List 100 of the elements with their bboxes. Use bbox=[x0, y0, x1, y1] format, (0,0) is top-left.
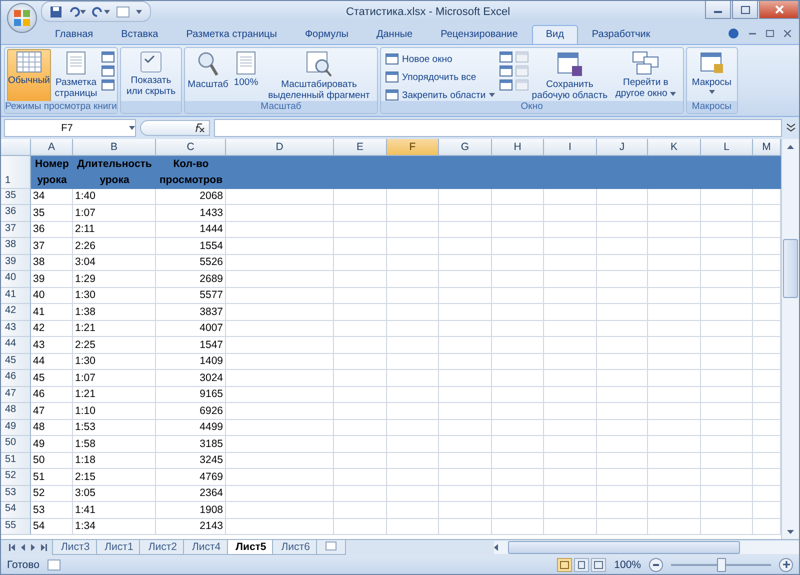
row-header[interactable]: 53 bbox=[1, 486, 31, 502]
row-header[interactable]: 54 bbox=[1, 502, 31, 518]
zoom-out-button[interactable] bbox=[649, 558, 663, 572]
empty-cell bbox=[648, 518, 701, 535]
empty-cell bbox=[492, 222, 544, 238]
office-button[interactable] bbox=[7, 3, 37, 33]
row-header[interactable]: 44 bbox=[1, 337, 31, 354]
row-header[interactable]: 43 bbox=[1, 320, 31, 337]
row-header[interactable]: 38 bbox=[1, 238, 31, 254]
ribbon-tab[interactable]: Главная bbox=[41, 25, 108, 44]
scrollbar-thumb[interactable] bbox=[783, 239, 798, 298]
vertical-scrollbar[interactable] bbox=[781, 139, 799, 539]
row-header[interactable]: 36 bbox=[1, 205, 31, 222]
horizontal-scrollbar[interactable] bbox=[494, 541, 799, 554]
column-header[interactable]: L bbox=[701, 139, 753, 156]
empty-cell bbox=[387, 370, 439, 386]
ribbon-tab[interactable]: Формулы bbox=[290, 25, 362, 44]
column-header[interactable]: F bbox=[387, 139, 439, 156]
ribbon-tab[interactable]: Вставка bbox=[107, 25, 172, 44]
maximize-button[interactable] bbox=[732, 1, 758, 19]
row-header[interactable]: 49 bbox=[1, 420, 31, 436]
empty-cell bbox=[492, 238, 544, 254]
row-header[interactable]: 35 bbox=[1, 188, 31, 205]
normal-view-button[interactable] bbox=[557, 558, 572, 572]
ribbon-tab[interactable]: Рецензирование bbox=[426, 25, 532, 44]
zoom-level[interactable]: 100% bbox=[614, 558, 641, 570]
empty-cell bbox=[648, 452, 701, 469]
zoom-in-button[interactable] bbox=[779, 558, 793, 572]
sheet-tab[interactable]: Лист3 bbox=[52, 540, 99, 555]
table-cell: 2689 bbox=[156, 271, 226, 288]
column-header[interactable]: B bbox=[73, 139, 156, 156]
next-sheet-icon bbox=[31, 544, 35, 551]
row-header[interactable]: 50 bbox=[1, 436, 31, 452]
empty-cell bbox=[648, 304, 701, 320]
column-header[interactable]: D bbox=[226, 139, 334, 156]
view-button[interactable]: Обычный bbox=[7, 49, 51, 103]
reset-window-icon bbox=[514, 79, 529, 91]
window-command[interactable]: Упорядочить все bbox=[383, 69, 497, 85]
empty-cell bbox=[439, 354, 492, 370]
row-header[interactable]: 42 bbox=[1, 304, 31, 320]
column-header[interactable]: K bbox=[648, 139, 701, 156]
row-header[interactable]: 52 bbox=[1, 469, 31, 486]
column-header[interactable]: E bbox=[334, 139, 387, 156]
ribbon-tab[interactable]: Данные bbox=[362, 25, 427, 44]
row-header[interactable]: 1 bbox=[1, 156, 31, 188]
empty-cell bbox=[492, 205, 544, 222]
row-header[interactable]: 48 bbox=[1, 403, 31, 420]
zoom-slider-thumb[interactable] bbox=[717, 558, 726, 572]
show-hide-button[interactable]: Показать или скрыть bbox=[123, 49, 179, 103]
empty-cell bbox=[334, 271, 387, 288]
formula-field[interactable] bbox=[214, 119, 782, 137]
empty-cell bbox=[701, 502, 753, 518]
column-header[interactable]: H bbox=[492, 139, 544, 156]
row-header[interactable]: 55 bbox=[1, 518, 31, 535]
row-header[interactable]: 45 bbox=[1, 354, 31, 370]
header-cell: Номер урока bbox=[31, 156, 73, 188]
ribbon-tab[interactable]: Разработчик bbox=[578, 25, 664, 44]
empty-cell bbox=[334, 452, 387, 469]
ribbon-tab[interactable]: Вид bbox=[532, 25, 578, 44]
view-button[interactable]: Разметка страницы bbox=[53, 49, 99, 103]
column-header[interactable]: A bbox=[31, 139, 73, 156]
page-layout-button[interactable] bbox=[574, 558, 590, 572]
table-cell: 2:25 bbox=[73, 337, 156, 354]
sheet-tab[interactable]: Лист4 bbox=[182, 540, 230, 555]
empty-cell bbox=[597, 320, 648, 337]
empty-cell bbox=[387, 403, 439, 420]
close-button[interactable] bbox=[759, 1, 799, 19]
column-header[interactable]: I bbox=[544, 139, 597, 156]
table-cell: 41 bbox=[31, 304, 73, 320]
window-command[interactable]: Новое окно bbox=[383, 51, 497, 67]
empty-cell bbox=[334, 386, 387, 403]
row-header[interactable]: 51 bbox=[1, 452, 31, 469]
column-header[interactable]: M bbox=[753, 139, 781, 156]
empty-cell bbox=[648, 403, 701, 420]
sheet-tab[interactable]: Лист2 bbox=[139, 540, 186, 555]
name-box[interactable]: F7 bbox=[4, 119, 136, 137]
table-cell: 9165 bbox=[156, 386, 226, 403]
zoom-button[interactable]: Масштаб bbox=[187, 49, 229, 103]
zoom-button[interactable]: 100% bbox=[231, 49, 261, 103]
empty-cell bbox=[492, 486, 544, 502]
row-header[interactable]: 37 bbox=[1, 222, 31, 238]
row-header[interactable]: 46 bbox=[1, 370, 31, 386]
ribbon-tab[interactable]: Разметка страницы bbox=[172, 25, 291, 44]
row-header[interactable]: 41 bbox=[1, 288, 31, 304]
insert-sheet-button[interactable] bbox=[316, 540, 346, 555]
table-cell: 49 bbox=[31, 436, 73, 452]
minimize-button[interactable] bbox=[705, 1, 731, 19]
scrollbar-thumb[interactable] bbox=[508, 541, 740, 554]
row-header[interactable]: 47 bbox=[1, 386, 31, 403]
column-header[interactable]: C bbox=[156, 139, 226, 156]
row-header[interactable]: 39 bbox=[1, 254, 31, 271]
column-header[interactable]: G bbox=[439, 139, 492, 156]
sheet-tab[interactable]: Лист6 bbox=[272, 540, 319, 555]
table-cell: 52 bbox=[31, 486, 73, 502]
page-break-button[interactable] bbox=[591, 558, 606, 572]
empty-cell bbox=[387, 469, 439, 486]
insert-function-button[interactable] bbox=[140, 120, 210, 136]
close-icon bbox=[784, 30, 791, 37]
row-header[interactable]: 40 bbox=[1, 271, 31, 288]
column-header[interactable]: J bbox=[597, 139, 648, 156]
